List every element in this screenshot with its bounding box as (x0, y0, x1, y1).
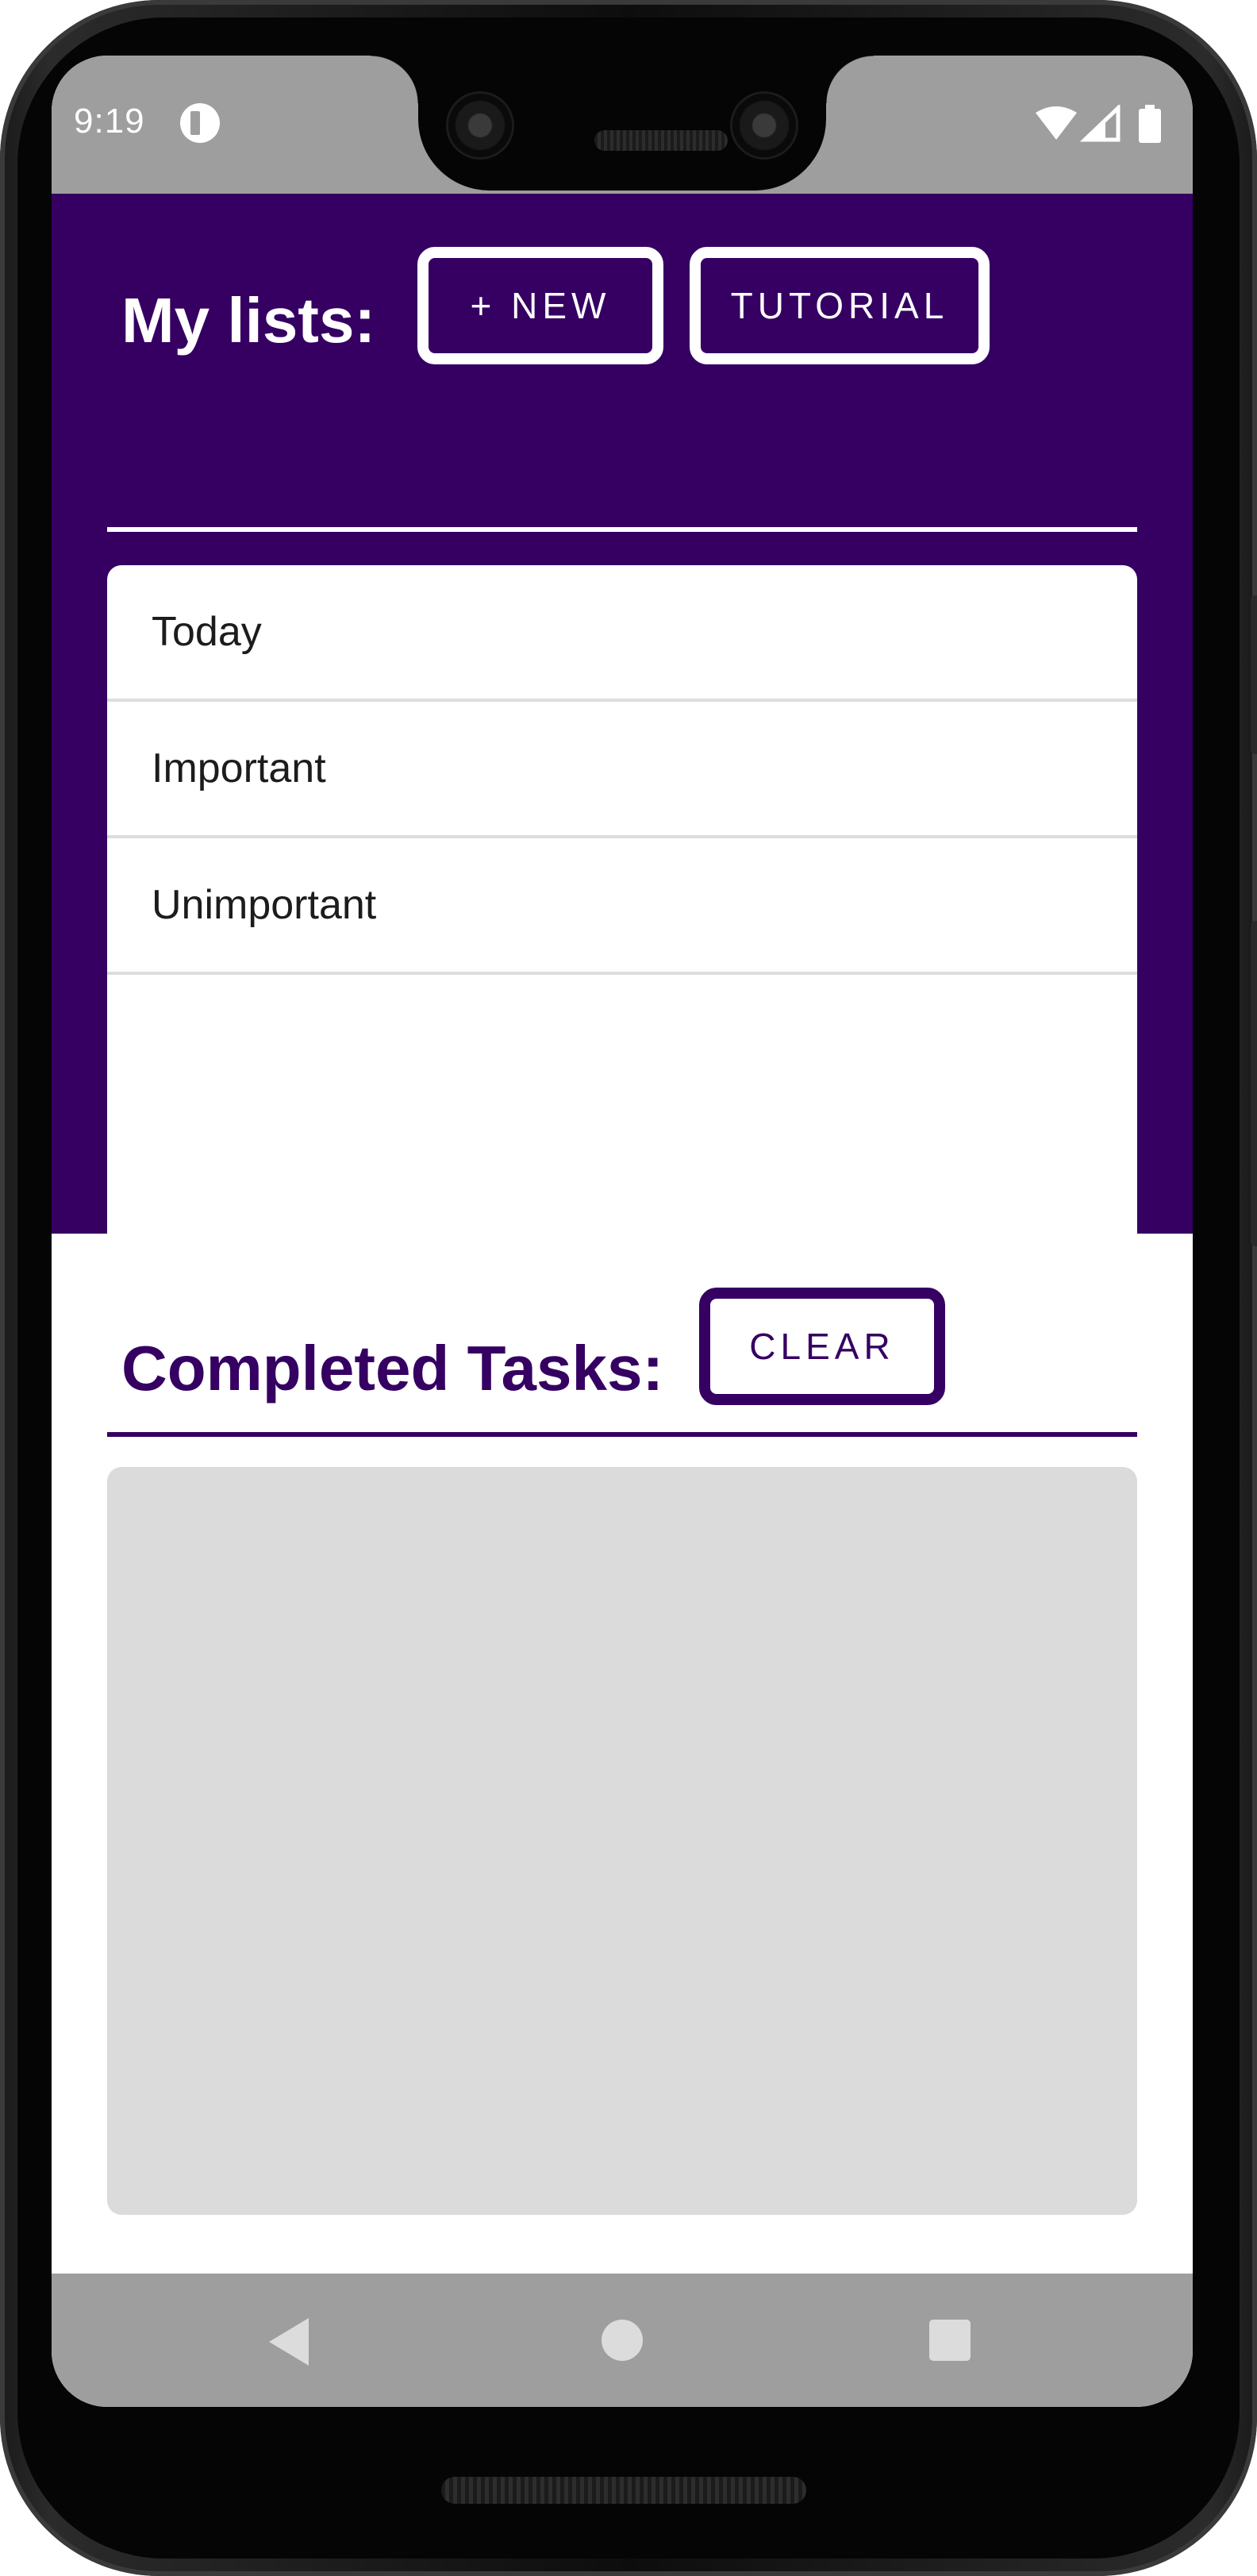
recent-apps-icon[interactable] (929, 2320, 971, 2361)
completed-tasks-title: Completed Tasks: (121, 1333, 664, 1404)
front-camera-icon (732, 94, 796, 157)
clear-button[interactable]: CLEAR (699, 1288, 945, 1405)
power-button (1251, 595, 1257, 754)
volume-rocker (1251, 921, 1257, 1246)
phone-frame: 9:19 My lists: + NEW TUTORIAL Today Impo… (0, 0, 1257, 2576)
divider (107, 527, 1137, 532)
completed-tasks-list (107, 1467, 1137, 2215)
earpiece-speaker (594, 130, 728, 151)
list-item-label: Unimportant (152, 882, 377, 928)
battery-icon (1139, 105, 1161, 143)
home-icon[interactable] (602, 2320, 643, 2361)
status-time: 9:19 (74, 102, 145, 141)
tutorial-button[interactable]: TUTORIAL (690, 247, 990, 364)
navigation-bar (52, 2274, 1193, 2407)
list-item-label: Important (152, 745, 326, 791)
status-icons (1036, 105, 1161, 143)
app-notification-icon (180, 103, 220, 143)
lists-container: Today Important Unimportant (107, 565, 1137, 1286)
camera-notch (371, 56, 874, 191)
status-bar: 9:19 (52, 56, 1193, 194)
front-camera-icon (448, 94, 512, 157)
wifi-icon (1036, 106, 1077, 140)
bottom-speaker (441, 2477, 806, 2504)
completed-tasks-section: Completed Tasks: CLEAR (52, 1234, 1193, 2274)
new-list-button[interactable]: + NEW (417, 247, 663, 364)
list-item-label: Today (152, 609, 262, 655)
my-lists-section: My lists: + NEW TUTORIAL Today Important… (52, 194, 1193, 1286)
divider (107, 1432, 1137, 1437)
my-lists-title: My lists: (121, 285, 376, 356)
cellular-signal-icon (1079, 105, 1121, 142)
screen: 9:19 My lists: + NEW TUTORIAL Today Impo… (52, 56, 1193, 2407)
list-item-important[interactable]: Important (107, 702, 1137, 838)
list-item-unimportant[interactable]: Unimportant (107, 838, 1137, 975)
back-icon[interactable] (269, 2318, 309, 2366)
list-item-today[interactable]: Today (107, 565, 1137, 702)
